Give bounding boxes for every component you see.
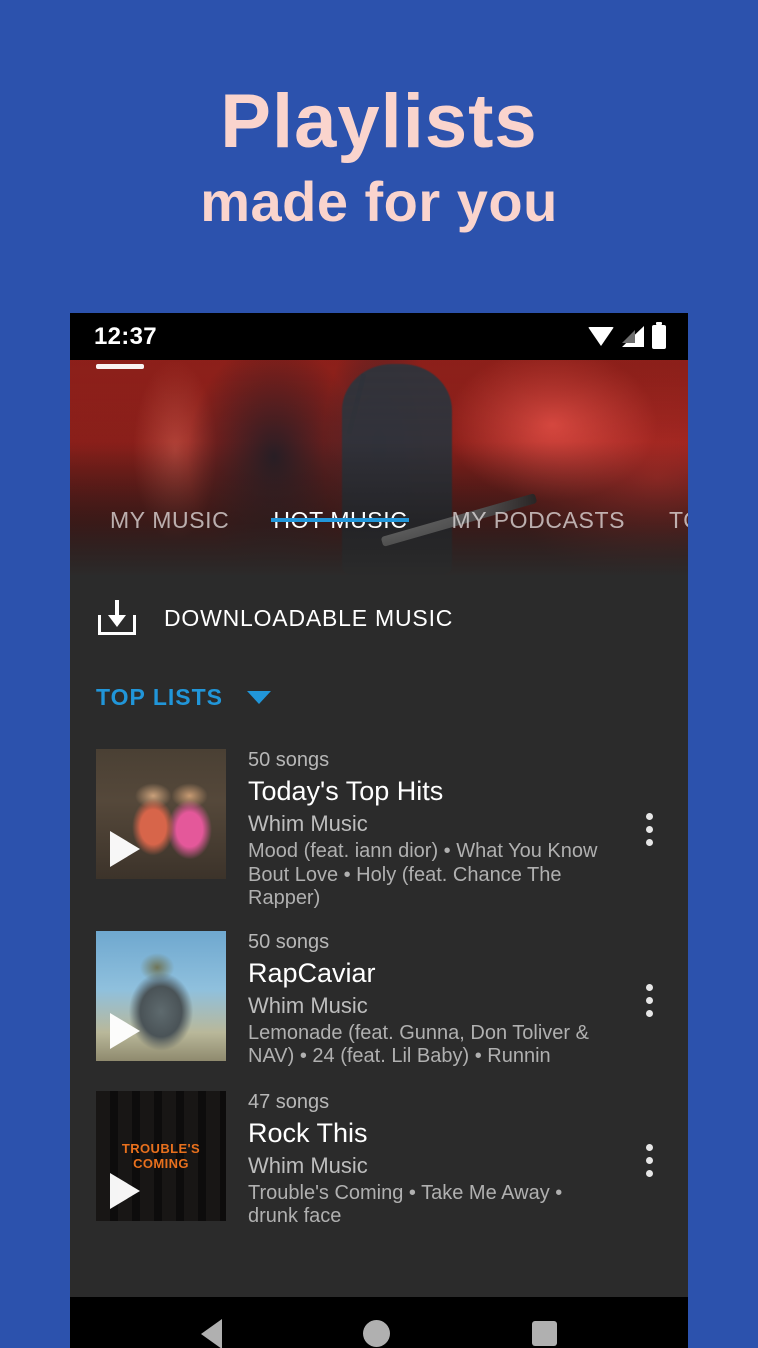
promo-subheadline: made for you <box>200 169 558 233</box>
list-item[interactable]: TROUBLE'S COMING 47 songs Rock This Whim… <box>70 1081 688 1241</box>
top-lists-label: TOP LISTS <box>96 683 224 710</box>
playlist-title: Today's Top Hits <box>248 776 444 806</box>
tab-top-podcasts[interactable]: TOP PODC <box>647 497 688 534</box>
tab-my-music[interactable]: MY MUSIC <box>88 497 251 534</box>
playlist-title: RapCaviar <box>248 957 376 988</box>
overflow-menu-icon[interactable] <box>622 1144 688 1178</box>
song-count: 50 songs <box>248 930 330 953</box>
status-icon-group <box>588 321 666 349</box>
android-navigation-bar <box>70 1297 688 1348</box>
list-item[interactable]: 50 songs Today's Top Hits Whim Music Moo… <box>70 739 688 921</box>
status-time: 12:37 <box>94 322 157 350</box>
play-icon[interactable] <box>110 831 140 867</box>
playlist-thumbnail[interactable] <box>96 749 226 879</box>
promo-banner: Playlists made for you <box>0 0 758 313</box>
tab-my-podcasts[interactable]: MY PODCASTS <box>429 497 647 534</box>
top-lists-section-header[interactable]: TOP LISTS <box>70 661 688 733</box>
playlist-title: Rock This <box>248 1117 368 1148</box>
play-icon[interactable] <box>110 1012 140 1049</box>
playlist-meta: 50 songs RapCaviar Whim Music Lemonade (… <box>226 931 622 1069</box>
playlist-thumbnail[interactable]: TROUBLE'S COMING <box>96 1090 226 1221</box>
recents-icon[interactable] <box>532 1321 558 1346</box>
download-icon <box>96 597 138 639</box>
tab-bar: MY MUSIC HOT MUSIC MY PODCASTS TOP PODC <box>70 497 688 575</box>
play-icon[interactable] <box>110 1172 140 1209</box>
playlist-description: Trouble's Coming • Take Me Away • drunk … <box>248 1181 563 1228</box>
downloadable-music-label: DOWNLOADABLE MUSIC <box>164 604 454 631</box>
overflow-menu-icon[interactable] <box>622 813 688 847</box>
wifi-icon <box>588 327 614 346</box>
hero-banner: MY MUSIC HOT MUSIC MY PODCASTS TOP PODC <box>70 360 688 575</box>
playlist-description: Lemonade (feat. Gunna, Don Toliver & NAV… <box>248 1021 589 1068</box>
playlist-meta: 50 songs Today's Top Hits Whim Music Moo… <box>226 749 622 911</box>
tab-hot-music[interactable]: HOT MUSIC <box>251 497 429 534</box>
song-count: 47 songs <box>248 1090 330 1113</box>
status-bar: 12:37 <box>70 313 688 360</box>
chevron-down-icon[interactable] <box>247 690 272 704</box>
tab-active-indicator <box>271 518 410 522</box>
playlist-list: 50 songs Today's Top Hits Whim Music Moo… <box>70 733 688 1241</box>
playlist-owner: Whim Music <box>248 992 368 1018</box>
phone-mockup: 12:37 MY MUSIC HOT MUSIC MY PODCASTS TOP… <box>70 313 688 1348</box>
playlist-owner: Whim Music <box>248 811 368 836</box>
playlist-thumbnail[interactable] <box>96 930 226 1061</box>
playlist-description: Mood (feat. iann dior) • What You Know B… <box>248 840 598 910</box>
downloadable-music-row[interactable]: DOWNLOADABLE MUSIC <box>70 575 688 661</box>
battery-icon <box>652 321 666 349</box>
content-area: DOWNLOADABLE MUSIC TOP LISTS 50 songs To… <box>70 575 688 1297</box>
overflow-menu-icon[interactable] <box>622 984 688 1018</box>
scroll-indicator <box>96 364 144 369</box>
cell-signal-icon <box>622 326 644 347</box>
song-count: 50 songs <box>248 749 330 771</box>
back-icon[interactable] <box>200 1318 222 1348</box>
album-art-text: TROUBLE'S COMING <box>121 1140 201 1171</box>
playlist-meta: 47 songs Rock This Whim Music Trouble's … <box>226 1091 622 1229</box>
home-icon[interactable] <box>363 1320 391 1347</box>
promo-headline: Playlists <box>220 78 538 164</box>
list-item[interactable]: 50 songs RapCaviar Whim Music Lemonade (… <box>70 921 688 1081</box>
playlist-owner: Whim Music <box>248 1152 368 1178</box>
